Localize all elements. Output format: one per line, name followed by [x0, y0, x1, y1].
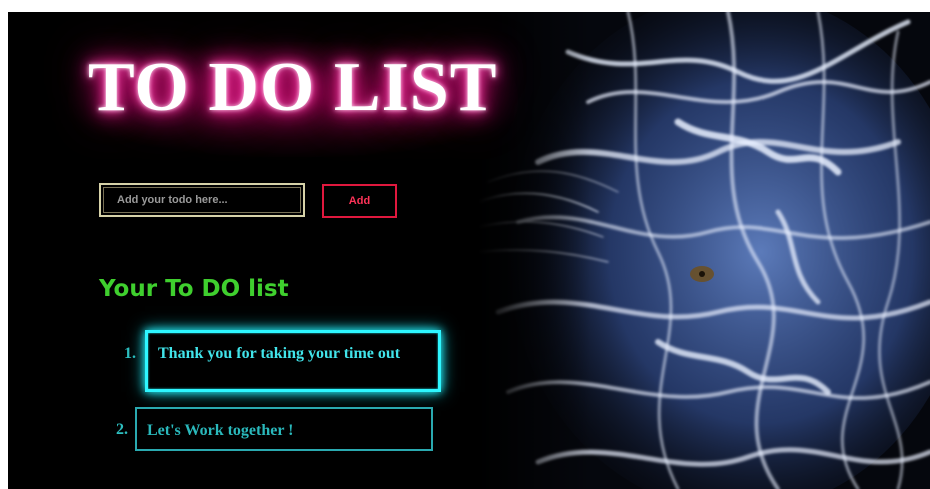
- todo-input[interactable]: [99, 183, 305, 217]
- app-page: TO DO LIST Add Your To DO list 1. Thank …: [8, 12, 930, 489]
- list-item[interactable]: Let's Work together !: [135, 407, 433, 451]
- list-item-number: 1.: [124, 345, 136, 362]
- page-title: TO DO LIST: [88, 49, 498, 126]
- list-item-text: Let's Work together !: [147, 422, 294, 439]
- list-heading: Your To DO list: [99, 276, 289, 302]
- tiger-art-image: [478, 12, 930, 489]
- list-item-text: Thank you for taking your time out: [158, 345, 401, 362]
- list-item[interactable]: Thank you for taking your time out: [145, 330, 441, 392]
- list-item-number: 2.: [116, 421, 128, 438]
- add-button[interactable]: Add: [322, 184, 397, 218]
